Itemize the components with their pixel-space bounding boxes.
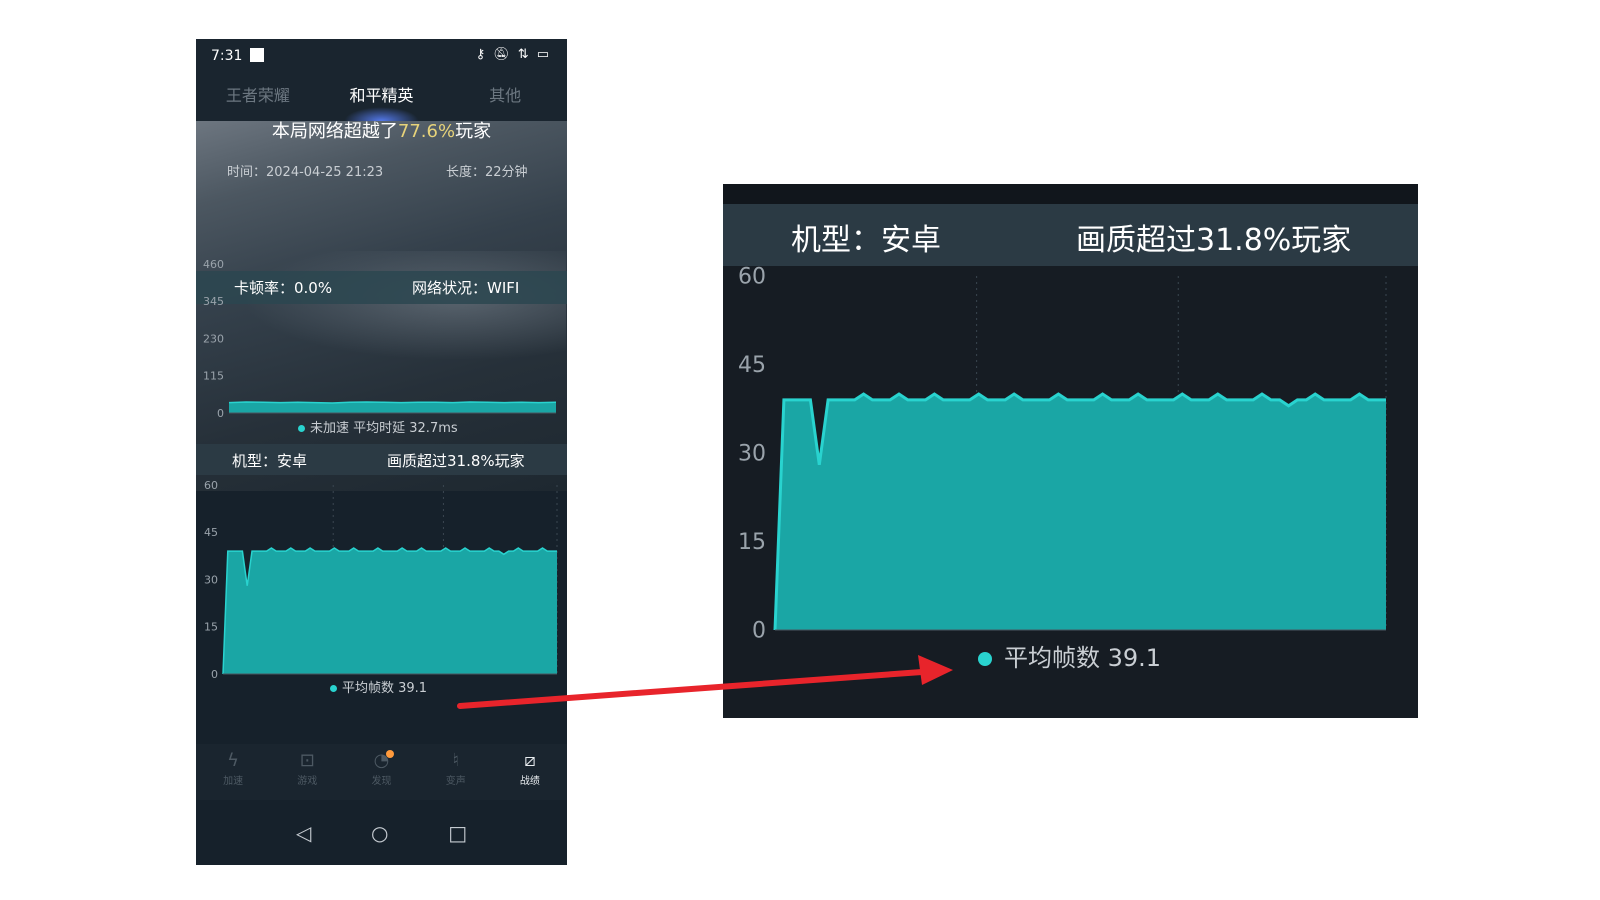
fps-legend: 平均帧数 39.1 xyxy=(330,677,427,696)
bottom-nav: ϟ 加速 ⊡ 游戏 ◔ 发现 ♮ 变声 ⧄ 战绩 xyxy=(196,744,567,800)
tab-other[interactable]: 其他 xyxy=(443,77,567,121)
fps-chart: 60 45 30 15 0 平均帧数 39.1 xyxy=(196,475,567,705)
series-line xyxy=(228,401,557,404)
y-tick-label: 15 xyxy=(204,621,218,634)
y-tick-label: 45 xyxy=(204,526,218,539)
mute-icon: 🔕︎ xyxy=(493,47,510,62)
game-tabs: 王者荣耀 和平精英 其他 xyxy=(196,77,567,121)
y-tick-label: 30 xyxy=(738,442,766,467)
nav-accelerate[interactable]: ϟ 加速 xyxy=(196,744,270,800)
notification-icon xyxy=(250,48,264,62)
microphone-icon: ♮ xyxy=(452,750,459,771)
nav-stats[interactable]: ⧄ 战绩 xyxy=(493,744,567,800)
zoom-fps-chart: 60 45 30 15 0 平均帧数 39.1 xyxy=(723,265,1418,718)
device-bar: 机型：安卓 画质超过31.8%玩家 xyxy=(196,444,567,475)
match-time: 时间：2024-04-25 21:23 xyxy=(227,165,384,180)
y-tick-label: 45 xyxy=(738,353,766,378)
y-tick-label: 0 xyxy=(217,407,224,420)
legend-dot xyxy=(978,652,992,666)
network-rank-title: 本局网络超越了77.6%玩家 xyxy=(271,121,492,142)
y-tick-label: 60 xyxy=(204,479,218,492)
y-tick-label: 345 xyxy=(203,295,224,308)
latency-chart: 460 345 230 115 0 未加速 平均时延 32.7ms xyxy=(196,222,567,442)
series-area xyxy=(775,394,1386,630)
series-area xyxy=(229,402,556,413)
wifi-icon: ⇅ xyxy=(517,47,529,62)
zoom-panel-top-edge xyxy=(723,184,1418,204)
y-tick-label: 0 xyxy=(211,668,218,681)
tab-honor-of-kings[interactable]: 王者荣耀 xyxy=(196,77,320,121)
nav-games[interactable]: ⊡ 游戏 xyxy=(270,744,344,800)
battery-icon: ▭ xyxy=(536,47,549,62)
zoom-device-bar: 机型：安卓 画质超过31.8%玩家 xyxy=(723,204,1418,266)
y-tick-label: 460 xyxy=(203,258,224,271)
stats-icon: ⧄ xyxy=(524,750,536,771)
system-nav: ◁ ○ □ xyxy=(196,800,567,865)
back-icon[interactable]: ◁ xyxy=(296,821,311,845)
legend-dot xyxy=(330,685,337,692)
status-bar: 7:31 ⚷ 🔕︎ ⇅ ▭ xyxy=(196,39,567,77)
key-icon: ⚷ xyxy=(475,47,486,62)
stage: 7:31 ⚷ 🔕︎ ⇅ ▭ 王者荣耀 和平精英 其他 本局网络超越了77.6%玩… xyxy=(0,0,1600,900)
recents-icon[interactable]: □ xyxy=(448,821,467,845)
y-tick-label: 115 xyxy=(203,370,224,383)
fps-chart-svg: 60 45 30 15 0 xyxy=(204,479,558,681)
status-time: 7:31 xyxy=(211,48,243,64)
phone-screen: 7:31 ⚷ 🔕︎ ⇅ ▭ 王者荣耀 和平精英 其他 本局网络超越了77.6%玩… xyxy=(196,39,567,865)
graphics-quality: 画质超过31.8%玩家 xyxy=(387,452,525,470)
y-tick-label: 0 xyxy=(752,619,766,644)
y-tick-label: 15 xyxy=(738,530,766,555)
zoom-panel: 机型：安卓 画质超过31.8%玩家 60 45 30 15 0 平均帧数 39.1 xyxy=(723,184,1418,718)
gamepad-icon: ⊡ xyxy=(299,750,315,771)
home-icon[interactable]: ○ xyxy=(371,821,388,845)
tab-peacekeeper-elite[interactable]: 和平精英 xyxy=(320,77,444,121)
zoom-device-model: 机型：安卓 xyxy=(791,223,941,258)
device-model: 机型：安卓 xyxy=(232,452,308,470)
y-tick-label: 60 xyxy=(738,266,766,290)
series-area xyxy=(223,548,557,674)
nav-discover[interactable]: ◔ 发现 xyxy=(344,744,418,800)
latency-chart-svg: 460 345 230 115 0 xyxy=(203,258,557,420)
match-length: 长度：22分钟 xyxy=(446,165,528,180)
nav-voice[interactable]: ♮ 变声 xyxy=(419,744,493,800)
network-rank-percent: 77.6% xyxy=(397,121,456,142)
zoom-graphics-quality: 画质超过31.8%玩家 xyxy=(1076,223,1352,258)
latency-legend: 未加速 平均时延 32.7ms xyxy=(298,417,458,436)
y-tick-label: 230 xyxy=(203,332,224,345)
discover-icon: ◔ xyxy=(373,750,390,771)
zoom-fps-legend: 平均帧数 39.1 xyxy=(978,638,1161,673)
y-tick-label: 30 xyxy=(204,573,218,586)
legend-dot xyxy=(298,425,305,432)
lightning-icon: ϟ xyxy=(227,750,240,771)
